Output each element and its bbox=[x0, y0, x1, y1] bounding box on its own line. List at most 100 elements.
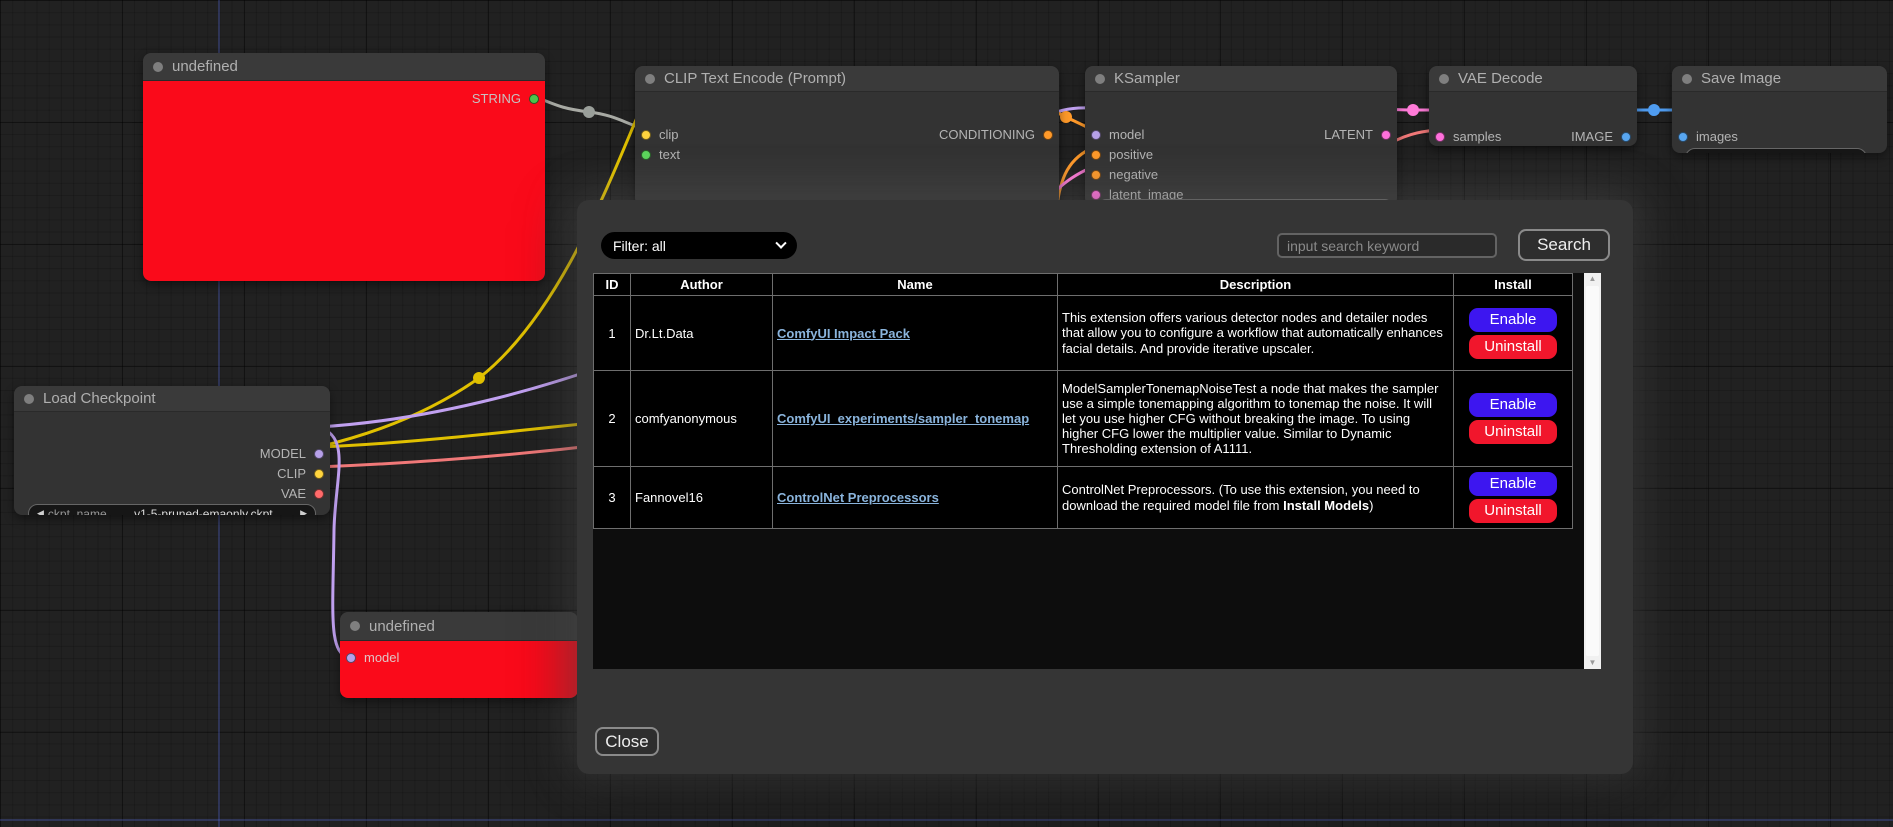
node-title: undefined bbox=[369, 618, 435, 635]
scroll-down-icon[interactable]: ▼ bbox=[1589, 657, 1597, 669]
cell-description: ControlNet Preprocessors. (To use this e… bbox=[1058, 467, 1454, 529]
reroute-dot-latent[interactable] bbox=[1407, 104, 1419, 116]
table-row: 2 comfyanonymous ComfyUI_experiments/sam… bbox=[594, 371, 1573, 467]
node-status-icon bbox=[153, 62, 163, 72]
port-dot-string-output[interactable] bbox=[529, 94, 539, 104]
scrollbar-thumb[interactable] bbox=[1586, 286, 1599, 656]
extension-table-container: ID Author Name Description Install 1 Dr.… bbox=[593, 273, 1601, 669]
ckpt-name-value: v1-5-pruned-emaonly.ckpt bbox=[107, 507, 300, 516]
decrement-arrow-icon[interactable]: ◀ bbox=[37, 508, 44, 515]
node-status-icon bbox=[1682, 74, 1692, 84]
table-row: 3 Fannovel16 ControlNet Preprocessors Co… bbox=[594, 467, 1573, 529]
extension-table: ID Author Name Description Install 1 Dr.… bbox=[593, 273, 1573, 529]
port-dot-samples-input[interactable] bbox=[1435, 132, 1445, 142]
node-undefined-top[interactable]: undefined STRING bbox=[143, 53, 545, 281]
table-row: 1 Dr.Lt.Data ComfyUI Impact Pack This ex… bbox=[594, 296, 1573, 371]
search-input[interactable] bbox=[1277, 233, 1497, 258]
node-clip-text-encode[interactable]: CLIP Text Encode (Prompt) clip text COND… bbox=[635, 66, 1059, 206]
port-dot-conditioning-output[interactable] bbox=[1043, 130, 1053, 140]
reroute-dot-clip[interactable] bbox=[473, 372, 485, 384]
filter-select[interactable]: Filter: all bbox=[601, 232, 797, 259]
ckpt-name-widget[interactable]: ◀ ckpt_name v1-5-pruned-emaonly.ckpt ▶ bbox=[28, 504, 316, 515]
header-install: Install bbox=[1454, 274, 1573, 296]
node-status-icon bbox=[1095, 74, 1105, 84]
filename-prefix-value: ComfyUI bbox=[1779, 151, 1858, 153]
port-label-images: images bbox=[1696, 129, 1738, 144]
ckpt-name-label: ckpt_name bbox=[48, 507, 107, 516]
port-label-image: IMAGE bbox=[1571, 129, 1613, 144]
extension-link[interactable]: ComfyUI_experiments/sampler_tonemap bbox=[777, 411, 1029, 426]
port-label-positive: positive bbox=[1109, 147, 1153, 162]
port-label-model: model bbox=[364, 650, 399, 665]
cell-author: Fannovel16 bbox=[631, 467, 773, 529]
node-title: Save Image bbox=[1701, 70, 1781, 87]
port-dot-clip-input[interactable] bbox=[641, 130, 651, 140]
port-dot-model-input[interactable] bbox=[346, 653, 356, 663]
port-dot-model-input[interactable] bbox=[1091, 130, 1101, 140]
table-scrollbar[interactable]: ▲ ▼ bbox=[1584, 273, 1601, 669]
node-title: Load Checkpoint bbox=[43, 390, 156, 407]
cell-author: comfyanonymous bbox=[631, 371, 773, 467]
uninstall-button[interactable]: Uninstall bbox=[1469, 499, 1557, 523]
increment-arrow-icon[interactable]: ▶ bbox=[300, 508, 307, 515]
search-button[interactable]: Search bbox=[1518, 229, 1610, 261]
cell-description: This extension offers various detector n… bbox=[1058, 296, 1454, 371]
header-author: Author bbox=[631, 274, 773, 296]
node-load-checkpoint[interactable]: Load Checkpoint MODEL CLIP VAE ◀ ckpt_na… bbox=[14, 386, 330, 515]
node-undefined-bottom[interactable]: undefined model bbox=[340, 612, 578, 698]
port-dot-vae-output[interactable] bbox=[314, 489, 324, 499]
port-dot-image-output[interactable] bbox=[1621, 132, 1631, 142]
filename-prefix-widget[interactable]: filename_prefix ComfyUI bbox=[1685, 148, 1867, 153]
node-ksampler[interactable]: KSampler model positive negative latent_… bbox=[1085, 66, 1397, 206]
node-status-icon bbox=[24, 394, 34, 404]
node-title: CLIP Text Encode (Prompt) bbox=[664, 70, 846, 87]
filter-selected-value: Filter: all bbox=[613, 238, 777, 254]
cell-id: 3 bbox=[594, 467, 631, 529]
reroute-dot-conditioning[interactable] bbox=[1060, 111, 1072, 123]
node-status-icon bbox=[1439, 74, 1449, 84]
enable-button[interactable]: Enable bbox=[1469, 472, 1557, 496]
chevron-down-icon bbox=[775, 237, 786, 248]
extension-manager-dialog: Filter: all Search ID Author Name Descri… bbox=[577, 200, 1633, 774]
port-dot-latent-output[interactable] bbox=[1381, 130, 1391, 140]
enable-button[interactable]: Enable bbox=[1469, 393, 1557, 417]
port-dot-images-input[interactable] bbox=[1678, 132, 1688, 142]
node-status-icon bbox=[350, 621, 360, 631]
enable-button[interactable]: Enable bbox=[1469, 308, 1557, 332]
node-status-icon bbox=[645, 74, 655, 84]
port-label-clip-out: CLIP bbox=[277, 466, 306, 481]
reroute-dot-string[interactable] bbox=[583, 106, 595, 118]
port-dot-text-input[interactable] bbox=[641, 150, 651, 160]
table-header-row: ID Author Name Description Install bbox=[594, 274, 1573, 296]
port-dot-model-output[interactable] bbox=[314, 449, 324, 459]
cell-id: 1 bbox=[594, 296, 631, 371]
header-description: Description bbox=[1058, 274, 1454, 296]
port-dot-negative-input[interactable] bbox=[1091, 170, 1101, 180]
port-label-samples: samples bbox=[1453, 129, 1501, 144]
node-title: KSampler bbox=[1114, 70, 1180, 87]
uninstall-button[interactable]: Uninstall bbox=[1469, 420, 1557, 444]
scroll-up-icon[interactable]: ▲ bbox=[1589, 273, 1597, 285]
port-label-text: text bbox=[659, 147, 680, 162]
cell-description: ModelSamplerTonemapNoiseTest a node that… bbox=[1058, 371, 1454, 467]
port-dot-positive-input[interactable] bbox=[1091, 150, 1101, 160]
reroute-dot-image[interactable] bbox=[1648, 104, 1660, 116]
port-label-clip: clip bbox=[659, 127, 679, 142]
node-save-image[interactable]: Save Image images filename_prefix ComfyU… bbox=[1672, 66, 1887, 153]
header-name: Name bbox=[773, 274, 1058, 296]
port-dot-latent-image-input[interactable] bbox=[1091, 190, 1101, 200]
extension-link[interactable]: ComfyUI Impact Pack bbox=[777, 326, 910, 341]
port-label-conditioning: CONDITIONING bbox=[939, 127, 1035, 142]
close-button[interactable]: Close bbox=[595, 727, 659, 756]
node-vae-decode[interactable]: VAE Decode samples vae IMAGE bbox=[1429, 66, 1637, 146]
port-dot-clip-output[interactable] bbox=[314, 469, 324, 479]
port-label-string: STRING bbox=[472, 91, 521, 106]
uninstall-button[interactable]: Uninstall bbox=[1469, 335, 1557, 359]
extension-link[interactable]: ControlNet Preprocessors bbox=[777, 490, 939, 505]
node-title: undefined bbox=[172, 58, 238, 75]
node-title: VAE Decode bbox=[1458, 70, 1543, 87]
port-label-model: model bbox=[1109, 127, 1144, 142]
filename-prefix-label: filename_prefix bbox=[1698, 151, 1779, 153]
port-label-latent: LATENT bbox=[1324, 127, 1373, 142]
cell-id: 2 bbox=[594, 371, 631, 467]
